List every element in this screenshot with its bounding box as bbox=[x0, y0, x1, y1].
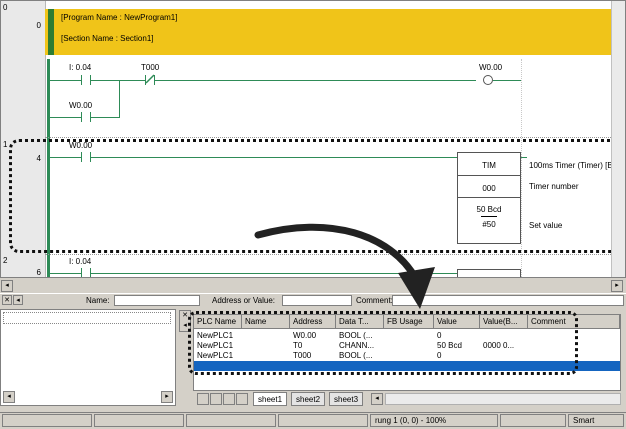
status-cell-blank-2 bbox=[94, 414, 184, 427]
left-pane-scroll-right-icon[interactable]: ▸ bbox=[161, 391, 173, 403]
program-name: [Program Name : NewProgram1] bbox=[61, 13, 178, 22]
scroll-left-icon[interactable]: ◂ bbox=[1, 280, 13, 292]
first-sheet-icon[interactable] bbox=[197, 393, 209, 405]
rung-top-index-2: 2 bbox=[3, 256, 8, 265]
coil-label-w000: W0.00 bbox=[479, 63, 503, 72]
scroll-right-icon[interactable]: ▸ bbox=[611, 280, 623, 292]
program-header-marker bbox=[48, 9, 54, 55]
nc-slash-icon bbox=[145, 74, 155, 84]
tab-sheet2[interactable]: sheet2 bbox=[291, 392, 326, 406]
prev-sheet-icon[interactable] bbox=[210, 393, 222, 405]
contact-label-i004: I: 0.04 bbox=[69, 63, 92, 72]
rung2-instruction-block[interactable] bbox=[457, 269, 521, 277]
curved-arrow-icon bbox=[254, 223, 435, 309]
contact-label-i004-rung2: I: 0.04 bbox=[69, 257, 92, 266]
contact-label-t000: T000 bbox=[141, 63, 160, 72]
rung-position-status: rung 1 (0, 0) - 100% bbox=[370, 414, 498, 427]
name-label: Name: bbox=[86, 296, 110, 305]
nc-contact-t000[interactable] bbox=[145, 74, 155, 85]
tab-sheet1[interactable]: sheet1 bbox=[253, 392, 288, 406]
rung0-coil-wire bbox=[493, 80, 521, 81]
rung0-branch-vertical bbox=[119, 80, 120, 118]
rung-top-index-0: 0 bbox=[3, 3, 8, 12]
status-bar: rung 1 (0, 0) - 100% Smart bbox=[0, 412, 626, 429]
sheet-tabs-bar: sheet1 sheet2 sheet3 ◂ bbox=[193, 391, 621, 409]
status-cell-blank-3 bbox=[186, 414, 276, 427]
ladder-vertical-scrollbar[interactable] bbox=[611, 1, 625, 277]
no-contact-i004[interactable] bbox=[81, 75, 91, 85]
pane-toggle-icon[interactable]: ◂ bbox=[13, 295, 23, 305]
close-pane-icon[interactable]: ✕ bbox=[2, 295, 12, 305]
last-sheet-icon[interactable] bbox=[236, 393, 248, 405]
next-sheet-icon[interactable] bbox=[223, 393, 235, 405]
section-name: [Section Name : Section1] bbox=[61, 34, 154, 43]
status-cell-blank-5 bbox=[500, 414, 566, 427]
rung-step-number-2: 6 bbox=[36, 268, 41, 277]
status-cell-blank-4 bbox=[278, 414, 368, 427]
no-contact-i004-rung2[interactable] bbox=[81, 268, 91, 277]
mode-status: Smart bbox=[568, 414, 624, 427]
rung-step-number-0: 0 bbox=[36, 21, 41, 30]
highlight-watch-grid bbox=[188, 311, 578, 375]
left-pane-scroll-left-icon[interactable]: ◂ bbox=[3, 391, 15, 403]
project-tree-pane[interactable]: ◂ ▸ bbox=[0, 309, 176, 406]
grid-scroll-left-icon[interactable]: ◂ bbox=[371, 393, 383, 405]
rung0-wire bbox=[50, 80, 476, 81]
status-cell-blank-1 bbox=[2, 414, 92, 427]
grid-horizontal-scrollbar[interactable] bbox=[385, 393, 621, 405]
tree-focus-item[interactable] bbox=[3, 312, 171, 324]
name-field[interactable] bbox=[114, 295, 200, 306]
contact-label-w000-branch: W0.00 bbox=[69, 101, 93, 110]
tab-sheet3[interactable]: sheet3 bbox=[329, 392, 364, 406]
output-coil-w000[interactable] bbox=[483, 75, 493, 85]
no-contact-w000-branch[interactable] bbox=[81, 112, 91, 122]
